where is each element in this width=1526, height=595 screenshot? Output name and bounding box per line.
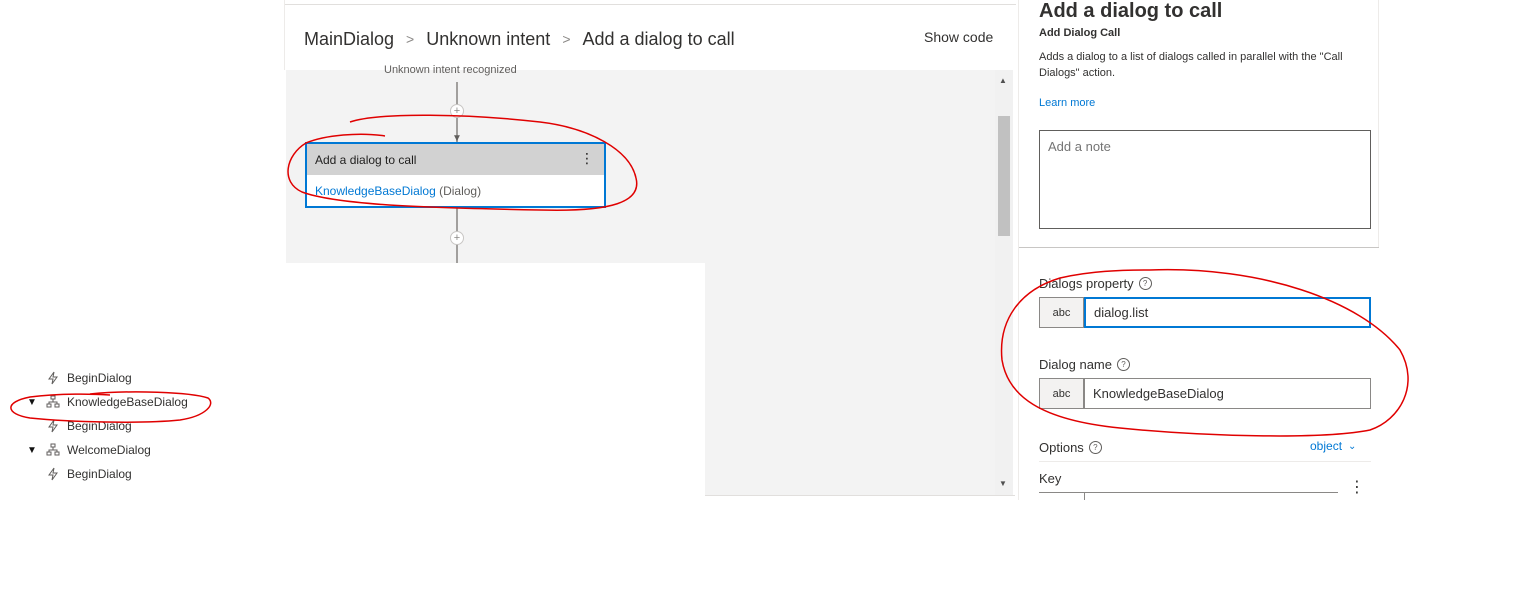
field-label-text: Dialog name (1039, 357, 1112, 372)
panel-subtitle: Add Dialog Call (1039, 27, 1121, 39)
add-action-button[interactable]: + (450, 231, 464, 245)
scrollbar-thumb[interactable] (998, 116, 1010, 236)
breadcrumb-item-main-dialog[interactable]: MainDialog (304, 29, 394, 50)
note-textarea[interactable] (1039, 130, 1371, 229)
caret-down-icon[interactable]: ▼ (26, 397, 38, 408)
scroll-up-icon[interactable]: ▲ (999, 76, 1007, 85)
breadcrumb-item-trigger[interactable]: Unknown intent (426, 29, 550, 50)
annotation-circle-fields (1000, 268, 1409, 437)
field-label-text: Key (1039, 471, 1062, 486)
dialogs-property-label: Dialogs property ? (1039, 276, 1152, 291)
tree-item-label: BeginDialog (67, 467, 132, 481)
more-vertical-icon[interactable]: ⋮ (580, 151, 594, 165)
field-label-text: Dialogs property (1039, 276, 1134, 291)
dialog-type-suffix: (Dialog) (435, 184, 482, 198)
panel-left-border (1018, 0, 1019, 500)
breadcrumb: MainDialog > Unknown intent > Add a dial… (304, 26, 735, 52)
show-code-button[interactable]: Show code (924, 29, 993, 45)
panel-title: Add a dialog to call (1039, 0, 1223, 22)
lightning-icon (46, 419, 60, 433)
breadcrumb-item-action[interactable]: Add a dialog to call (583, 29, 735, 50)
tree-item-label: WelcomeDialog (67, 443, 151, 457)
hierarchy-icon (46, 443, 60, 457)
panel-divider (1019, 247, 1379, 248)
action-card-header: Add a dialog to call ⋮ (307, 144, 604, 175)
key-label: Key (1039, 471, 1061, 486)
lightning-icon (46, 371, 60, 385)
panel-description: Adds a dialog to a list of dialogs calle… (1039, 51, 1343, 79)
panel-right-border (1378, 0, 1379, 248)
more-vertical-icon[interactable]: ⋮ (1349, 477, 1365, 497)
options-type-dropdown[interactable]: object ⌄ (1310, 439, 1356, 453)
type-selector-button[interactable]: abc (1039, 297, 1084, 328)
options-label: Options ? (1039, 440, 1102, 455)
chevron-down-icon: ⌄ (1348, 440, 1357, 452)
chevron-right-icon: > (406, 31, 415, 47)
chevron-right-icon: > (562, 31, 571, 47)
tree-item-label: BeginDialog (67, 371, 132, 385)
tree-item-knowledgebase-dialog[interactable]: ▼ KnowledgeBaseDialog (26, 391, 188, 413)
canvas-bottom-border (705, 495, 1015, 496)
options-divider (1039, 461, 1371, 462)
tree-item-begin-dialog[interactable]: BeginDialog (46, 367, 132, 389)
dialogs-property-input[interactable] (1084, 297, 1371, 328)
tree-item-begin-dialog[interactable]: BeginDialog (46, 463, 132, 485)
action-card-title: Add a dialog to call (315, 152, 417, 167)
designer-left-border (284, 0, 285, 70)
add-action-button[interactable]: + (450, 104, 464, 118)
lightning-icon (46, 467, 60, 481)
dialog-link[interactable]: KnowledgeBaseDialog (315, 184, 436, 198)
hierarchy-icon (46, 395, 60, 409)
help-icon[interactable]: ? (1117, 358, 1130, 371)
tree-item-begin-dialog[interactable]: BeginDialog (46, 415, 132, 437)
scroll-down-icon[interactable]: ▼ (999, 479, 1007, 488)
trigger-node-label[interactable]: Unknown intent recognized (384, 64, 517, 76)
options-type-label: object (1310, 439, 1343, 453)
dialog-name-input[interactable] (1084, 378, 1371, 409)
flow-canvas-lower (705, 263, 995, 495)
help-icon[interactable]: ? (1088, 441, 1102, 454)
key-type-divider (1084, 492, 1085, 500)
tree-item-label: KnowledgeBaseDialog (67, 395, 188, 409)
tree-item-welcome-dialog[interactable]: ▼ WelcomeDialog (26, 439, 151, 461)
type-selector-button[interactable]: abc (1039, 378, 1084, 409)
learn-more-link[interactable]: Learn more (1039, 97, 1095, 109)
header-divider (284, 4, 1016, 5)
field-label-text: Options (1039, 440, 1084, 455)
action-card[interactable]: Add a dialog to call ⋮ KnowledgeBaseDial… (305, 142, 606, 208)
dialog-name-label: Dialog name ? (1039, 357, 1130, 372)
help-icon[interactable]: ? (1138, 277, 1152, 290)
action-card-body: KnowledgeBaseDialog (Dialog) (307, 175, 604, 198)
tree-item-label: BeginDialog (67, 419, 132, 433)
caret-down-icon[interactable]: ▼ (26, 445, 38, 456)
